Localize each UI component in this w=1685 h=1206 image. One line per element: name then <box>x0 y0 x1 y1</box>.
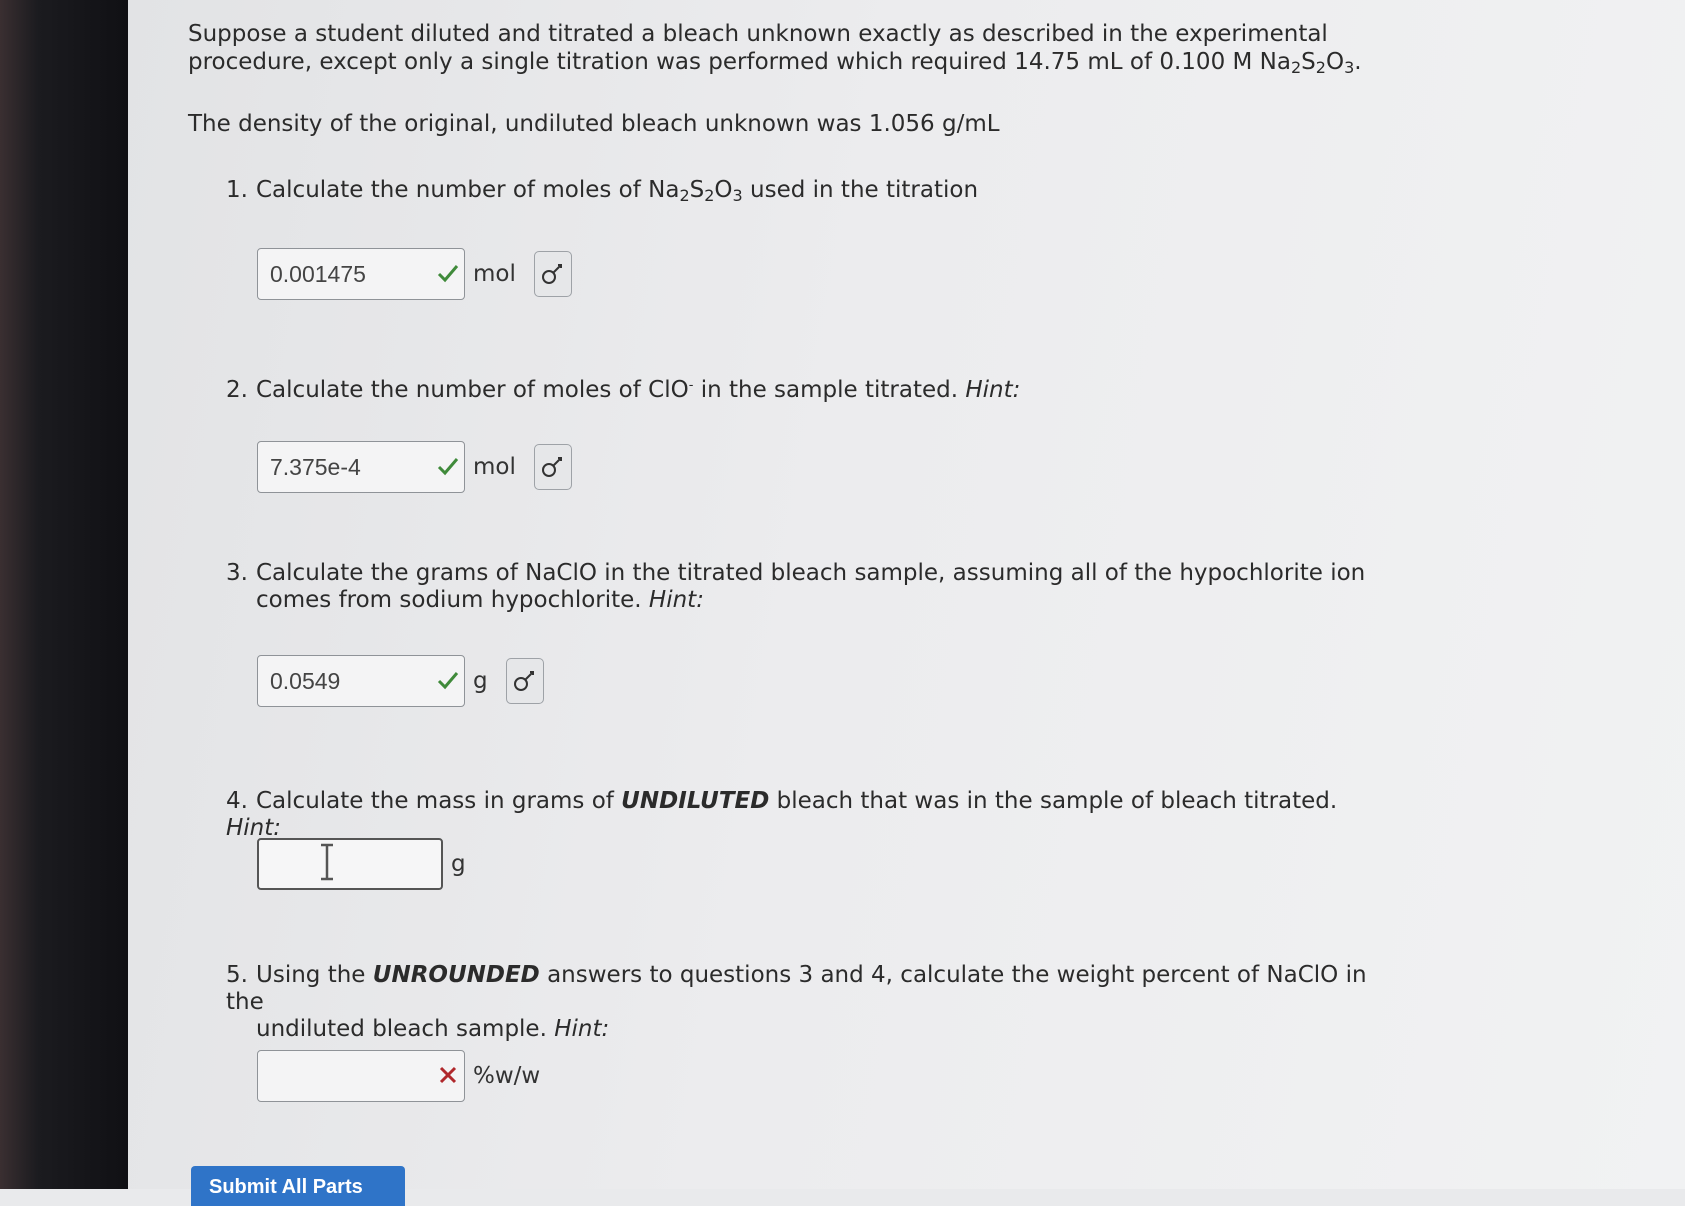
check-icon <box>437 265 459 283</box>
answer-row-2: 7.375e-4 mol <box>257 440 572 494</box>
monitor-bezel <box>0 0 128 1189</box>
question-3: 3. Calculate the grams of NaClO in the ti… <box>226 560 1366 613</box>
unit-label-2: mol <box>473 454 516 480</box>
text-cursor-icon <box>321 843 333 881</box>
hint-link-3[interactable]: Hint: <box>649 587 704 613</box>
answer-field-4[interactable] <box>257 838 443 890</box>
answer-row-4: g <box>257 837 466 891</box>
key-icon[interactable] <box>533 444 572 490</box>
x-icon <box>439 1066 457 1084</box>
question-2: 2. Calculate the number of moles of ClO- … <box>226 377 1021 403</box>
density-statement: The density of the original, undiluted b… <box>188 111 1000 137</box>
check-icon <box>437 458 459 476</box>
unit-label-1: mol <box>473 261 516 287</box>
answer-row-3: 0.0549 g <box>257 654 544 708</box>
answer-field-1[interactable]: 0.001475 <box>257 248 465 300</box>
unit-label-5: %w/w <box>473 1063 541 1089</box>
answer-row-5: %w/w <box>257 1049 540 1103</box>
question-1: 1. Calculate the number of moles of Na2S2… <box>226 177 979 205</box>
answer-field-5[interactable] <box>257 1050 465 1102</box>
unit-label-4: g <box>451 851 466 877</box>
problem-statement: Suppose a student diluted and titrated a… <box>188 21 1362 77</box>
unit-label-3: g <box>473 668 488 694</box>
answer-row-1: 0.001475 mol <box>257 247 572 301</box>
key-icon[interactable] <box>505 658 544 704</box>
question-4: 4. Calculate the mass in grams of UNDILUT… <box>226 788 1338 841</box>
submit-all-parts-button[interactable]: Submit All Parts <box>191 1166 405 1206</box>
hint-link-2[interactable]: Hint: <box>965 377 1020 403</box>
hint-link-5[interactable]: Hint: <box>554 1016 609 1042</box>
answer-field-2[interactable]: 7.375e-4 <box>257 441 465 493</box>
key-icon[interactable] <box>533 251 572 297</box>
answer-field-3[interactable]: 0.0549 <box>257 655 465 707</box>
check-icon <box>437 672 459 690</box>
question-5: 5. Using the UNROUNDED answers to questio… <box>226 962 1367 1042</box>
